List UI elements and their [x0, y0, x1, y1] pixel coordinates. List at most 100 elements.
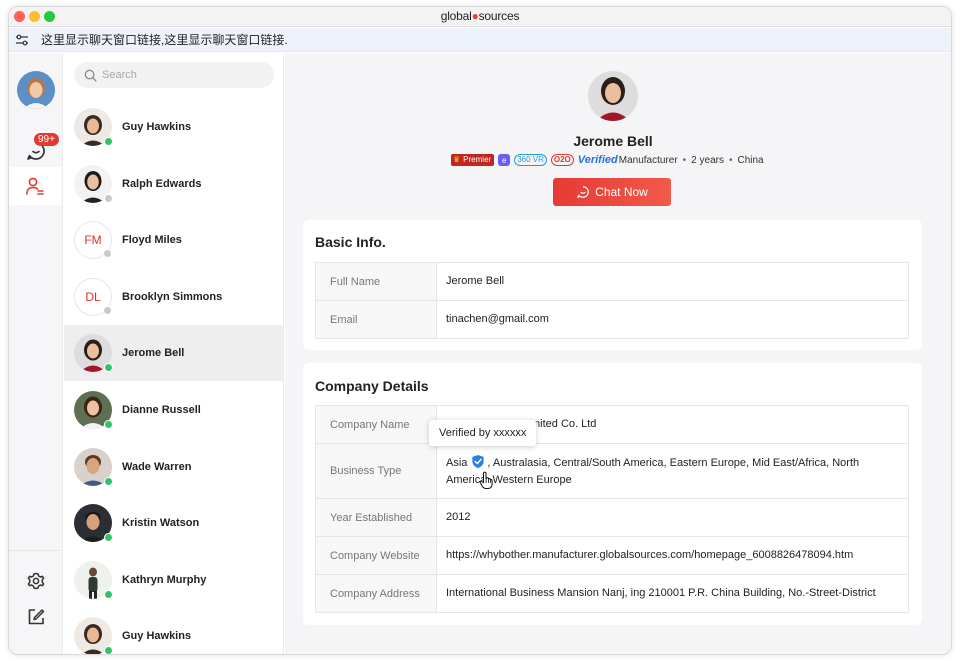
- avatar-initials: DL: [74, 278, 112, 316]
- e-badge: e: [498, 154, 511, 166]
- table-row: Business Type Asia, Australasia, Central…: [316, 444, 908, 499]
- avatar: [74, 448, 113, 486]
- contact-name: Kathryn Murphy: [122, 574, 207, 586]
- nav-rail: 99+: [9, 53, 63, 654]
- website-link[interactable]: https://whybother.manufacturer.globalsou…: [437, 537, 908, 574]
- contact-item[interactable]: DL Brooklyn Simmons: [64, 269, 284, 325]
- contacts-nav-button[interactable]: [9, 167, 61, 205]
- search-icon: [84, 69, 97, 82]
- contact-name: Wade Warren: [122, 461, 192, 473]
- crown-icon: ♛: [453, 155, 461, 164]
- years-text: 2 years: [691, 154, 724, 166]
- avatar: [74, 391, 113, 429]
- section-title: Company Details: [315, 378, 429, 394]
- field-label: Company Name: [316, 406, 437, 443]
- field-label: Email: [316, 301, 437, 338]
- basic-info-card: Basic Info. Full Name Jerome Bell Email …: [303, 220, 922, 350]
- company-details-table: Company Name mited Co. Ltd Business Type…: [315, 405, 909, 613]
- verified-tooltip: Verified by xxxxxx: [429, 420, 537, 446]
- avatar-photo-icon: [17, 71, 55, 109]
- contact-item[interactable]: Guy Hawkins: [64, 608, 284, 654]
- verified-shield-icon[interactable]: [471, 454, 485, 469]
- basic-info-table: Full Name Jerome Bell Email tinachen@gma…: [315, 262, 909, 339]
- avatar: [74, 108, 113, 146]
- search-input[interactable]: [102, 69, 252, 81]
- app-logo: global●sources: [440, 9, 520, 23]
- table-row: Company Website https://whybother.manufa…: [316, 537, 908, 575]
- profile-avatar: [588, 71, 638, 121]
- contact-item[interactable]: Wade Warren: [64, 439, 284, 495]
- separator-dot: •: [682, 154, 687, 166]
- field-label: Business Type: [316, 444, 437, 498]
- vr-badge: 360 VR: [514, 154, 547, 166]
- table-row: Year Established 2012: [316, 499, 908, 537]
- field-value: Asia, Australasia, Central/South America…: [437, 444, 908, 498]
- section-title: Basic Info.: [315, 234, 386, 250]
- separator-dot: •: [728, 154, 733, 166]
- offline-status-dot: [103, 306, 112, 315]
- field-label: Company Address: [316, 575, 437, 612]
- contact-item[interactable]: Kristin Watson: [64, 495, 284, 551]
- contact-name: Guy Hawkins: [122, 121, 192, 133]
- contact-item[interactable]: FM Floyd Miles: [64, 212, 284, 268]
- sliders-icon[interactable]: [15, 34, 29, 46]
- field-value: 2012: [446, 511, 471, 523]
- online-status-dot: [104, 420, 113, 429]
- chat-now-button[interactable]: Chat Now: [553, 178, 671, 206]
- contact-name: Jerome Bell: [122, 347, 185, 359]
- unread-count-badge: 99+: [34, 133, 59, 146]
- field-value: International Business Mansion Nanj, ing…: [446, 587, 876, 599]
- contact-name: Kristin Watson: [122, 517, 200, 529]
- avatar: [74, 561, 113, 599]
- online-status-dot: [104, 590, 113, 599]
- verified-type: Manufacturer: [618, 154, 678, 166]
- compose-icon[interactable]: [26, 607, 46, 627]
- contacts-icon: [26, 177, 44, 195]
- gear-icon[interactable]: [26, 571, 46, 591]
- online-status-dot: [104, 477, 113, 486]
- contact-item[interactable]: Ralph Edwards: [64, 156, 284, 212]
- contact-item[interactable]: Kathryn Murphy: [64, 552, 284, 608]
- field-label: Company Website: [316, 537, 437, 574]
- chat-link-text[interactable]: 这里显示聊天窗口链接,这里显示聊天窗口链接.: [41, 31, 288, 48]
- field-value[interactable]: tinachen@gmail.com: [437, 301, 908, 338]
- avatar-photo-icon: [588, 71, 638, 121]
- chat-link-bar: 这里显示聊天窗口链接,这里显示聊天窗口链接.: [9, 28, 951, 52]
- online-status-dot: [104, 137, 113, 146]
- verified-label: Verified: [577, 154, 618, 166]
- supplier-badges: ♛ Premier e 360 VR O2O Verified Manufactu…: [451, 153, 764, 167]
- company-details-card: Company Details Company Name mited Co. L…: [303, 363, 922, 625]
- contact-item[interactable]: Dianne Russell: [64, 382, 284, 438]
- contact-name: Guy Hawkins: [122, 630, 192, 642]
- app-window: global●sources 这里显示聊天窗口链接,这里显示聊天窗口链接. 99…: [8, 6, 952, 655]
- my-avatar[interactable]: [17, 71, 55, 109]
- avatar: [74, 504, 113, 542]
- contact-list: Guy Hawkins Ralph Edwards FM Floyd Miles…: [64, 53, 284, 654]
- table-row: Company Name mited Co. Ltd: [316, 406, 908, 444]
- field-label: Full Name: [316, 263, 437, 300]
- avatar: [74, 617, 113, 654]
- table-row: Full Name Jerome Bell: [316, 263, 908, 301]
- field-value: Jerome Bell: [446, 275, 505, 287]
- contact-name: Ralph Edwards: [122, 178, 202, 190]
- contact-name: Floyd Miles: [122, 234, 182, 246]
- online-status-dot: [104, 363, 113, 372]
- contact-item-active[interactable]: Jerome Bell: [64, 325, 284, 381]
- rail-divider: [9, 550, 61, 551]
- chat-bubble-icon: [577, 186, 589, 198]
- contact-name: Dianne Russell: [122, 404, 201, 416]
- contact-name: Brooklyn Simmons: [122, 291, 223, 303]
- avatar: [74, 334, 113, 372]
- table-row: Email tinachen@gmail.com: [316, 301, 908, 338]
- search-box[interactable]: [74, 62, 274, 88]
- hand-cursor-icon: [479, 471, 493, 489]
- title-bar: global●sources: [9, 7, 951, 27]
- o2o-badge: O2O: [550, 154, 574, 166]
- logo-dot-icon: ●: [471, 9, 479, 23]
- offline-status-dot: [104, 194, 113, 203]
- contact-item[interactable]: Guy Hawkins: [64, 99, 284, 155]
- offline-status-dot: [103, 249, 112, 258]
- avatar-initials: FM: [74, 221, 112, 259]
- field-label: Year Established: [316, 499, 437, 536]
- online-status-dot: [104, 533, 113, 542]
